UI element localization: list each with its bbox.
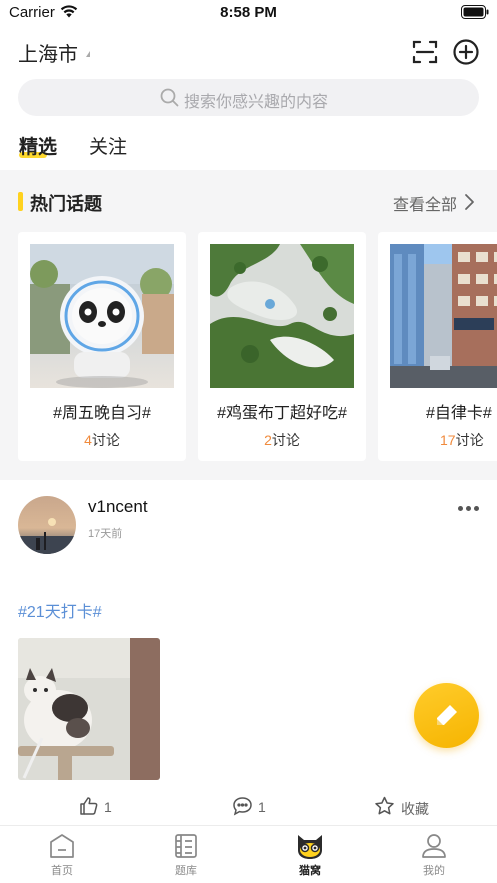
star-icon bbox=[375, 796, 394, 815]
question-bank-icon bbox=[175, 834, 197, 858]
post-image-cat[interactable] bbox=[18, 638, 160, 780]
tab-question-bank[interactable]: 题库 bbox=[156, 832, 216, 882]
topic-discussion-count: 2讨论 bbox=[264, 432, 300, 448]
scan-icon[interactable] bbox=[412, 39, 438, 65]
more-options-icon[interactable] bbox=[456, 506, 482, 512]
tab-home[interactable]: 首页 bbox=[32, 832, 92, 882]
tab-featured[interactable]: 精选 bbox=[19, 132, 57, 159]
post-actions: 1 1 收藏 bbox=[0, 796, 497, 820]
search-input[interactable]: 搜索你感兴趣的内容 bbox=[18, 79, 479, 116]
home-icon bbox=[50, 834, 74, 858]
topic-card[interactable]: #鸡蛋布丁超好吃# 2讨论 bbox=[198, 232, 366, 461]
battery-icon bbox=[461, 5, 489, 24]
like-count: 1 bbox=[104, 799, 112, 815]
topic-title: #周五晚自习# bbox=[53, 405, 151, 422]
city-selector[interactable]: 上海市 bbox=[18, 38, 78, 67]
tab-following[interactable]: 关注 bbox=[89, 132, 127, 159]
comment-icon bbox=[233, 797, 252, 816]
view-all-link[interactable]: 查看全部 bbox=[393, 191, 457, 215]
search-placeholder: 搜索你感兴趣的内容 bbox=[184, 94, 329, 111]
section-title: 热门话题 bbox=[30, 194, 102, 214]
topic-discussion-count: 17讨论 bbox=[440, 432, 484, 448]
comment-button[interactable]: 1 bbox=[232, 796, 272, 818]
topic-image-garden bbox=[210, 244, 354, 388]
clock: 8:58 PM bbox=[220, 4, 277, 21]
post-username[interactable]: v1ncent bbox=[88, 497, 148, 517]
tab-label: 题库 bbox=[175, 865, 197, 877]
topic-card[interactable]: #自律卡# 17讨论 bbox=[378, 232, 497, 461]
feed-tabs: 精选 关注 bbox=[0, 130, 497, 170]
add-icon[interactable] bbox=[452, 38, 480, 66]
city-dropdown-icon[interactable] bbox=[86, 51, 90, 57]
status-bar: Carrier 8:58 PM bbox=[0, 0, 497, 26]
topic-image-panda bbox=[30, 244, 174, 388]
tab-label: 首页 bbox=[51, 865, 73, 877]
topic-image-street bbox=[390, 244, 497, 388]
topic-title: #自律卡# bbox=[426, 405, 492, 422]
search-icon bbox=[160, 88, 179, 112]
post-card: v1ncent 17天前 #21天打卡# 1 1 收藏 bbox=[0, 480, 497, 825]
post-hashtag[interactable]: #21天打卡# bbox=[18, 598, 102, 622]
topic-discussion-count: 4讨论 bbox=[84, 432, 120, 448]
thumb-up-icon bbox=[80, 797, 98, 815]
topic-title: #鸡蛋布丁超好吃# bbox=[217, 405, 347, 422]
avatar[interactable] bbox=[18, 496, 76, 554]
post-time: 17天前 bbox=[88, 528, 123, 540]
favorite-label: 收藏 bbox=[401, 801, 429, 817]
profile-icon bbox=[422, 834, 446, 858]
favorite-button[interactable]: 收藏 bbox=[374, 796, 434, 818]
tab-cat-den[interactable]: 猫窝 bbox=[280, 832, 340, 882]
tab-label: 猫窝 bbox=[299, 865, 321, 877]
tab-label: 我的 bbox=[423, 865, 445, 877]
compose-button[interactable] bbox=[414, 683, 479, 748]
topic-card[interactable]: #周五晚自习# 4讨论 bbox=[18, 232, 186, 461]
section-accent-bar bbox=[18, 192, 23, 211]
tab-profile[interactable]: 我的 bbox=[404, 832, 464, 882]
like-button[interactable]: 1 bbox=[79, 796, 119, 818]
comment-count: 1 bbox=[258, 799, 266, 815]
cat-icon bbox=[298, 835, 322, 859]
pencil-icon bbox=[437, 705, 457, 725]
chevron-right-icon[interactable] bbox=[463, 193, 475, 216]
bottom-tab-bar: 首页 题库 猫窝 我的 bbox=[0, 825, 497, 883]
header: 上海市 bbox=[0, 34, 497, 70]
